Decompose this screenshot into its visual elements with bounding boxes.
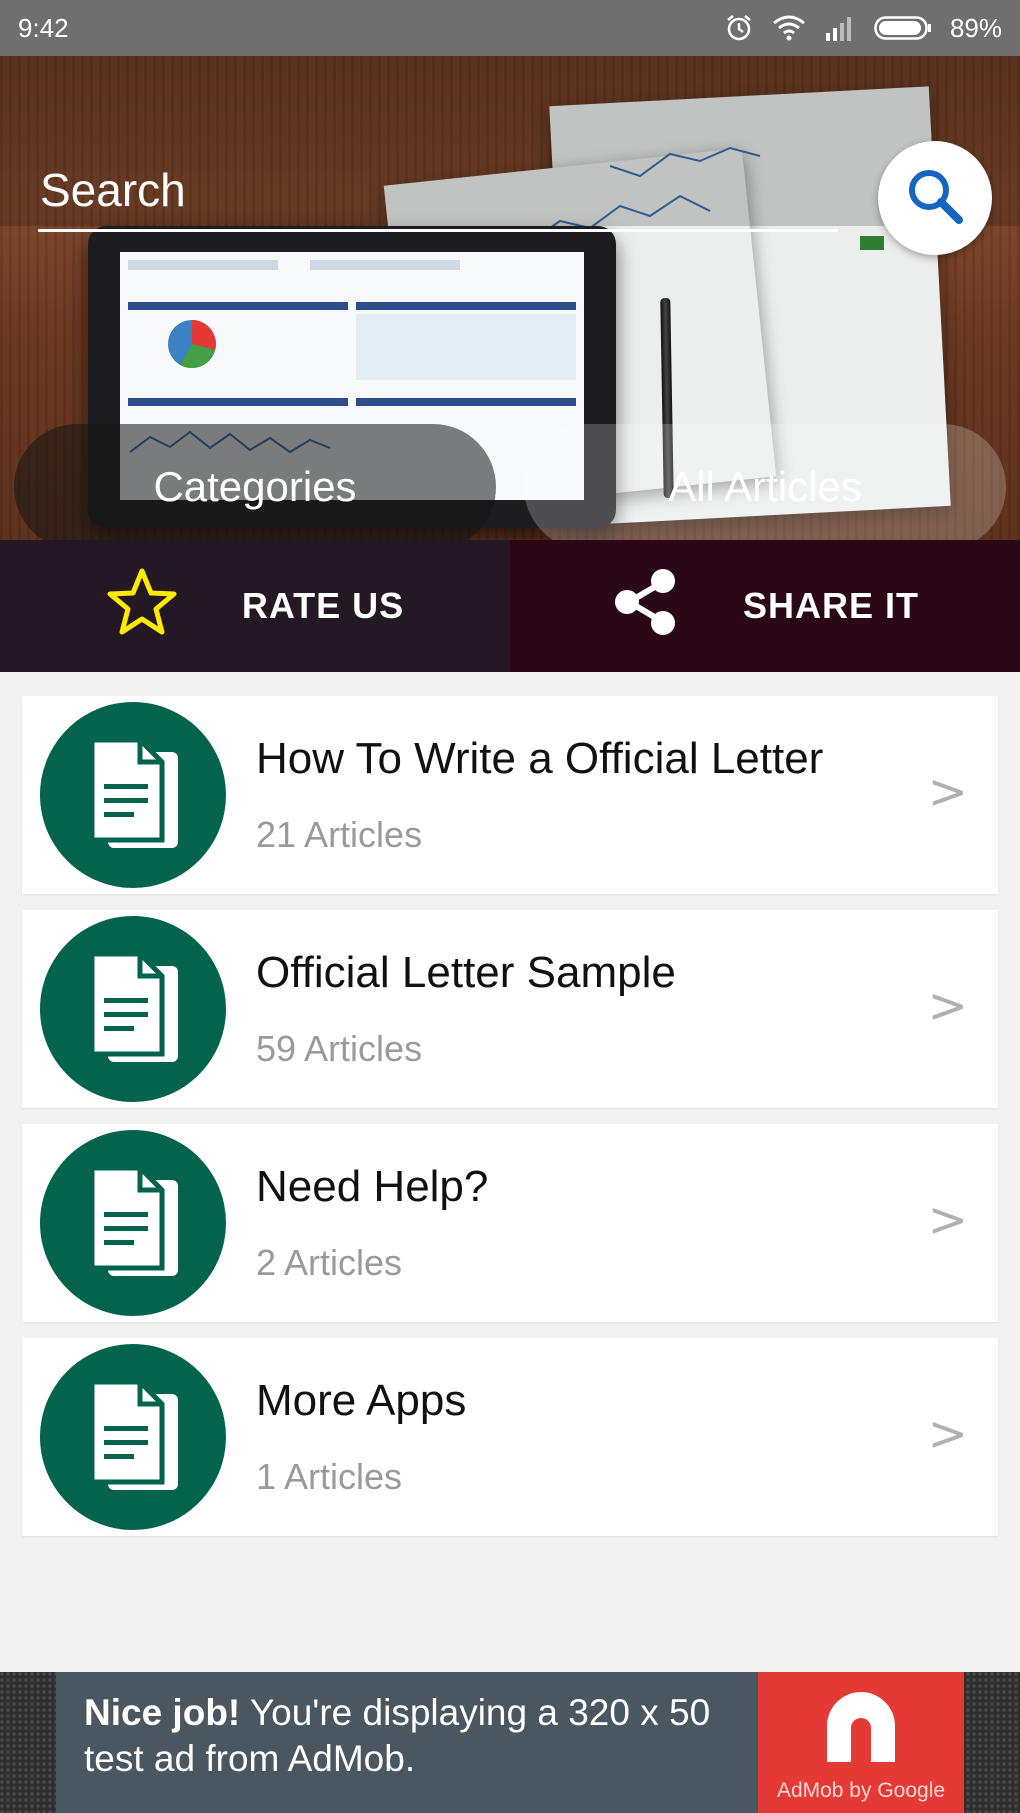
action-bar: RATE US SHARE IT <box>0 540 1020 672</box>
status-time: 9:42 <box>18 12 69 43</box>
ad-text-bold: Nice job! <box>84 1692 241 1733</box>
list-item-count: 21 Articles <box>256 814 423 855</box>
list-item-count: 2 Articles <box>256 1242 403 1283</box>
ad-banner[interactable]: Nice job! You're displaying a 320 x 50 t… <box>56 1672 964 1813</box>
document-icon <box>40 702 226 888</box>
search-icon <box>904 165 966 232</box>
list-item[interactable]: Official Letter Sample 59 Articles > <box>22 910 998 1108</box>
status-bar: 9:42 89% <box>0 0 1020 56</box>
categories-tab-label: Categories <box>153 463 357 510</box>
star-icon <box>106 567 178 646</box>
category-list: How To Write a Official Letter 21 Articl… <box>22 696 998 1552</box>
signal-icon <box>824 15 856 41</box>
search-input[interactable] <box>38 150 838 232</box>
rate-us-label: RATE US <box>241 585 405 626</box>
ad-text: Nice job! You're displaying a 320 x 50 t… <box>56 1672 758 1813</box>
search-button[interactable] <box>878 141 992 255</box>
document-icon <box>40 1344 226 1530</box>
hero-banner: Categories All Articles <box>0 56 1020 540</box>
chevron-right-icon: > <box>927 978 968 1034</box>
rate-us-button[interactable]: RATE US <box>0 540 510 672</box>
list-item-title: Need Help? <box>256 1162 489 1211</box>
document-icon <box>40 916 226 1102</box>
admob-logo: AdMob by Google <box>758 1672 964 1813</box>
list-item[interactable]: More Apps 1 Articles > <box>22 1338 998 1536</box>
list-item-count: 59 Articles <box>256 1028 423 1069</box>
ad-banner-area: Nice job! You're displaying a 320 x 50 t… <box>0 1672 1020 1813</box>
chevron-right-icon: > <box>927 1192 968 1248</box>
all-articles-tab-label: All Articles <box>668 463 862 510</box>
list-item-title: How To Write a Official Letter <box>256 734 824 783</box>
ad-text-line1: You're displaying a 320 x 50 <box>240 1692 711 1733</box>
list-item-count: 1 Articles <box>256 1456 403 1497</box>
share-it-button[interactable]: SHARE IT <box>510 540 1020 672</box>
battery-icon <box>874 15 932 41</box>
all-articles-tab[interactable]: All Articles <box>524 424 1006 540</box>
battery-percent: 89% <box>949 12 1002 43</box>
admob-logo-label: AdMob by Google <box>776 1779 946 1802</box>
share-it-label: SHARE IT <box>742 585 919 626</box>
list-item[interactable]: How To Write a Official Letter 21 Articl… <box>22 696 998 894</box>
admob-icon <box>813 1686 909 1775</box>
chevron-right-icon: > <box>927 764 968 820</box>
chevron-right-icon: > <box>927 1406 968 1462</box>
status-icons: 89% <box>724 13 1002 44</box>
categories-tab[interactable]: Categories <box>14 424 496 540</box>
list-item-title: More Apps <box>256 1376 467 1425</box>
list-item-title: Official Letter Sample <box>256 948 676 997</box>
share-icon <box>611 568 679 645</box>
wifi-icon <box>772 14 806 42</box>
alarm-icon <box>724 13 754 43</box>
list-item[interactable]: Need Help? 2 Articles > <box>22 1124 998 1322</box>
document-icon <box>40 1130 226 1316</box>
ad-text-line2: test ad from AdMob. <box>84 1738 416 1779</box>
